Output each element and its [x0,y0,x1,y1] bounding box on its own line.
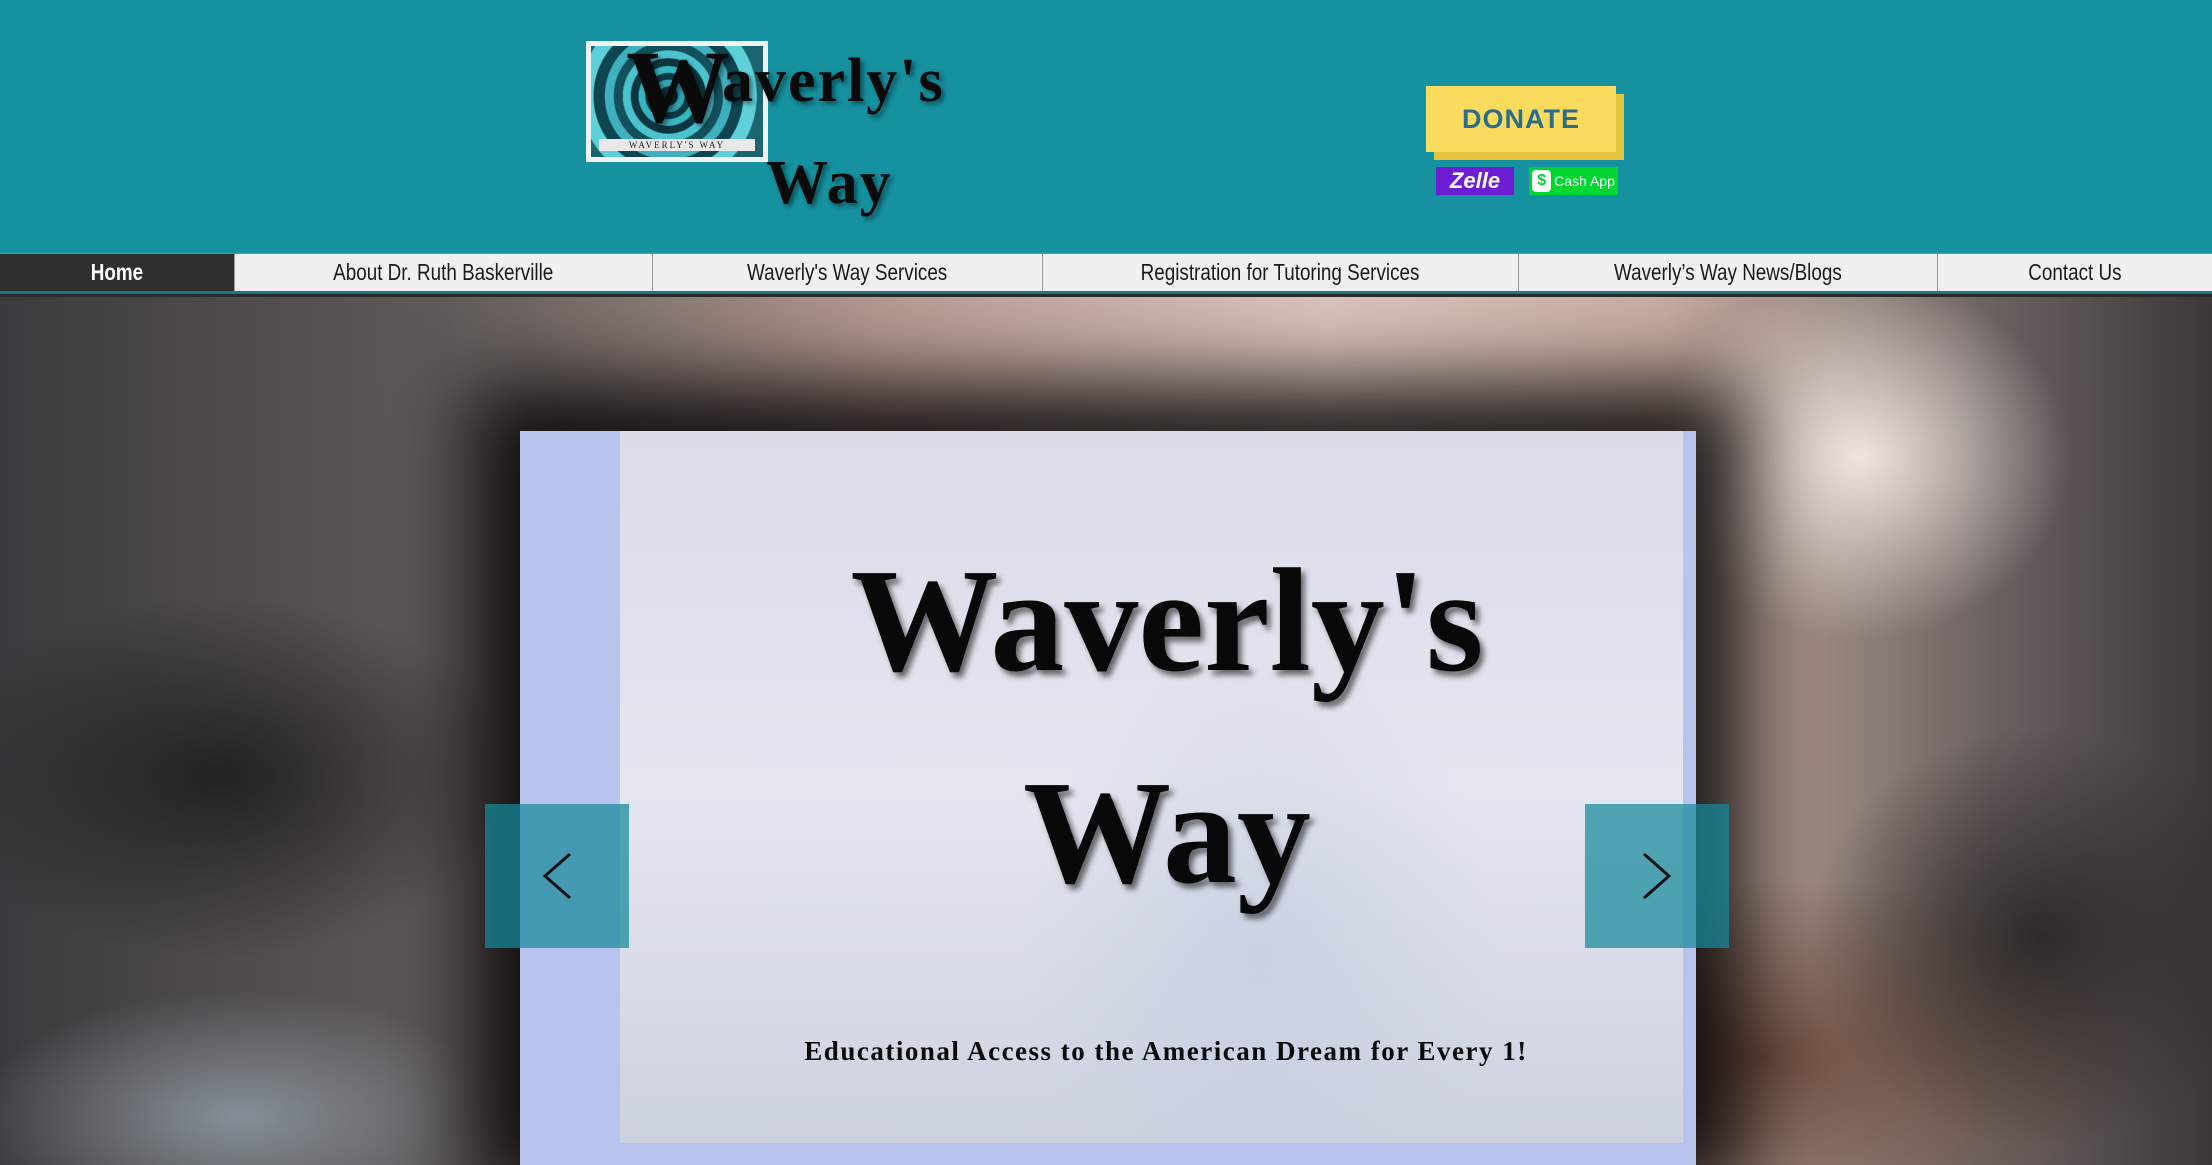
nav-contact[interactable]: Contact Us [1938,254,2212,291]
hero-title-line2: Way [1023,751,1311,915]
main-nav: Home About Dr. Ruth Baskerville Waverly'… [0,253,2212,294]
logo-text-line1[interactable]: averly's [722,50,945,112]
nav-home[interactable]: Home [0,254,235,291]
hero-slide: Waverly's Way Educational Access to the … [520,431,1696,1165]
nav-home-label: Home [90,259,144,285]
next-slide-button[interactable] [1585,804,1729,948]
site-header: WAVERLY'S WAY W averly's Way DONATE Zell… [0,0,2212,253]
chevron-left-icon [542,852,571,900]
nav-news-blogs[interactable]: Waverly’s Way News/Blogs [1519,254,1938,291]
nav-contact-label: Contact Us [2028,259,2122,285]
nav-news-blogs-label: Waverly’s Way News/Blogs [1614,259,1842,285]
nav-services[interactable]: Waverly's Way Services [653,254,1043,291]
zelle-badge[interactable]: Zelle [1436,167,1514,195]
zelle-label: Zelle [1449,168,1501,193]
nav-services-label: Waverly's Way Services [747,259,948,285]
cashapp-label: Cash App [1554,173,1615,189]
nav-about-label: About Dr. Ruth Baskerville [333,259,554,285]
nav-about[interactable]: About Dr. Ruth Baskerville [235,254,653,291]
previous-slide-button[interactable] [485,804,629,948]
donate-button[interactable]: DONATE [1426,86,1616,152]
cashapp-icon: $ [1532,170,1552,192]
hero-tagline: Educational Access to the American Dream… [804,1036,1528,1066]
cashapp-badge[interactable]: $ Cash App [1529,167,1618,195]
hero-title-line1: Waverly's [850,539,1484,703]
nav-registration[interactable]: Registration for Tutoring Services [1043,254,1519,291]
logo-initial[interactable]: W [626,36,730,140]
hero-section: Waverly's Way Educational Access to the … [0,297,2212,1165]
chevron-right-icon [1643,852,1672,900]
logo-text-line2[interactable]: Way [766,152,893,214]
nav-registration-label: Registration for Tutoring Services [1141,259,1420,285]
